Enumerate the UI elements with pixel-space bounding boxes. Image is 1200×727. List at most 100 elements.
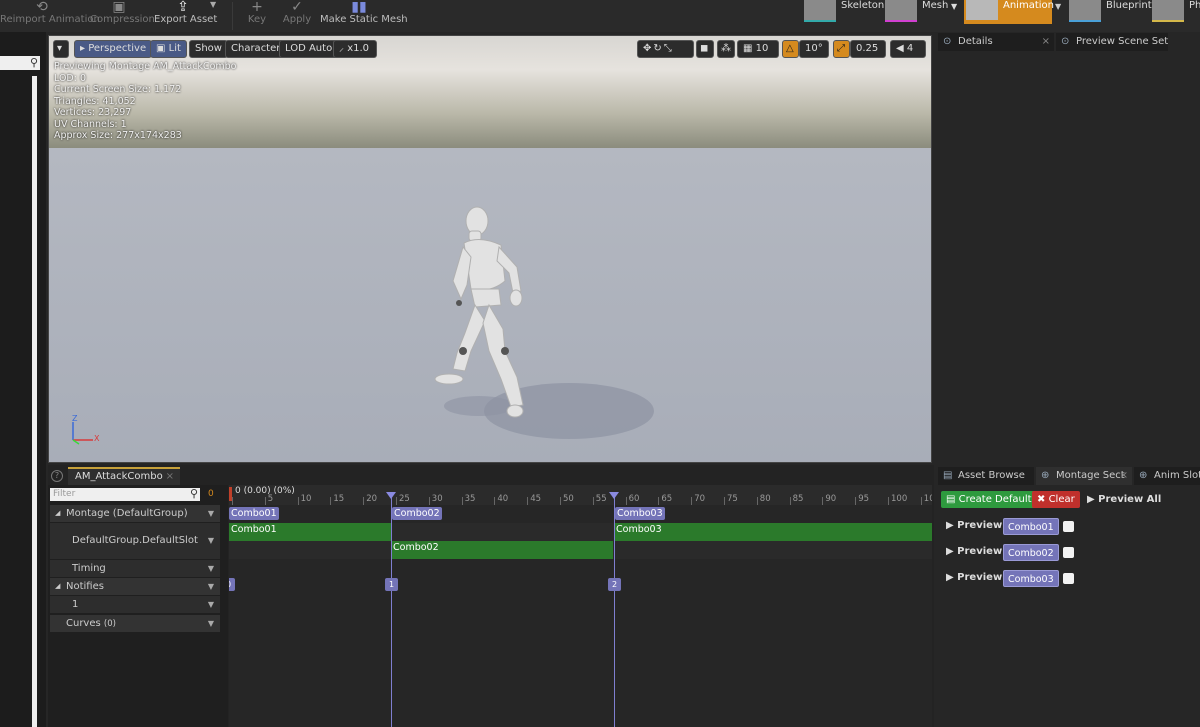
section-marker-icon[interactable] [609,492,619,499]
static-mesh-icon: ▮▮ [351,0,367,15]
track-notify-1[interactable]: 1 ▼ [50,596,220,613]
chevron-down-icon[interactable]: ▼ [208,560,214,577]
chevron-down-icon[interactable]: ▼ [208,505,214,522]
playback-speed-button[interactable]: ⸝ x1.0 [333,40,377,58]
clear-x-icon: ✖ [1037,494,1049,505]
timing-marker-1[interactable]: 1 [385,578,398,591]
lod-button[interactable]: LOD Auto [279,40,339,58]
section-name-combo03[interactable]: Combo03 [1003,570,1059,587]
track-montage[interactable]: ◢ Montage (DefaultGroup) ▼ [50,505,220,522]
transform-mode-group[interactable]: ✥↻⤡ [637,40,694,58]
slot-segment-combo01[interactable]: Combo01 [229,523,391,541]
preview-button[interactable]: ▶ Preview [946,520,1002,531]
mode-physics[interactable]: Ph [1152,0,1200,24]
reimport-animation-button[interactable]: ⟲ Reimport Animation [0,0,100,32]
chevron-down-icon[interactable]: ▼ [208,578,214,595]
timing-marker-2[interactable]: 2 [608,578,621,591]
viewport-menu-button[interactable]: ▾ [53,40,69,58]
ruler-tick-label: 25 [399,494,410,504]
preview-all-button[interactable]: ▶ Preview All [1082,491,1166,508]
left-scrollbar[interactable] [32,76,37,727]
tab-asset-browser[interactable]: ▤ Asset Browse [938,467,1034,485]
expand-triangle-icon[interactable]: ◢ [55,578,60,595]
export-asset-button[interactable]: ⇪ Export Asset [154,0,217,32]
create-default-button[interactable]: ▤ Create Default [941,491,1037,508]
filter-input[interactable]: Filter ⚲ [50,487,200,501]
grid-snap-button[interactable]: ▦ 10 [737,40,779,58]
section-combo02[interactable]: Combo02 [392,507,442,520]
grid-icon: ▦ [743,43,756,54]
section-combo03[interactable]: Combo03 [615,507,665,520]
section-marker-icon[interactable] [386,492,396,499]
world-local-toggle[interactable]: ◼ [696,40,714,58]
left-search-input[interactable]: ⚲ [0,56,40,70]
tab-anim-slot-manager[interactable]: ⊕ Anim Slot M [1134,467,1200,485]
ruler-tick [396,497,397,505]
ruler-tick-label: 35 [464,494,476,504]
make-static-mesh-button[interactable]: ▮▮ Make Static Mesh [320,0,408,32]
tab-montage-asset[interactable]: AM_AttackCombo × [68,467,180,485]
scale-snap-value[interactable]: 0.25 [850,40,886,58]
chevron-down-icon[interactable]: ▼ [208,596,214,613]
section-name-combo01[interactable]: Combo01 [1003,518,1059,535]
close-icon[interactable]: × [1042,33,1050,51]
timing-marker-0[interactable]: 0 [229,578,235,591]
main-toolbar: ⟲ Reimport Animation ▣ Compression ⇪ Exp… [0,0,1200,32]
ruler-tick-label: 45 [530,494,542,504]
animation-dropdown-icon[interactable]: ▼ [1055,2,1061,11]
apply-button[interactable]: ✓ Apply [280,0,314,32]
section-name-combo02[interactable]: Combo02 [1003,544,1059,561]
speed-icon: ⸝ [339,43,348,54]
loop-checkbox[interactable] [1063,573,1074,584]
viewport-stats: Previewing Montage AM_AttackCombo LOD: 0… [54,61,237,141]
rotation-snap-toggle[interactable]: △ [782,40,799,58]
slot-segment-combo02[interactable]: Combo02 [391,541,613,559]
character-button[interactable]: Character [225,40,287,58]
tab-montage-sections[interactable]: ⊕ Montage Sect × [1036,467,1132,485]
clear-button[interactable]: ✖ Clear [1032,491,1080,508]
chevron-down-icon[interactable]: ▼ [208,523,214,559]
preview-viewport[interactable]: ▾ ▸ Perspective ▣ Lit Show Character LOD… [48,35,932,463]
scale-snap-toggle[interactable]: ⤢ [833,40,850,58]
track-curves[interactable]: Curves (0) ▼ [50,615,220,632]
surface-snap-toggle[interactable]: ⁂ [717,40,735,58]
track-notifies[interactable]: ◢ Notifies ▼ [50,578,220,595]
left-panel [0,32,46,727]
ruler-tick-label: 10 [923,494,932,504]
track-timing[interactable]: Timing ▼ [50,560,220,577]
chevron-down-icon[interactable]: ▼ [208,615,214,632]
details-panel: ⊙ Details × ⊙ Preview Scene Sett [936,33,1200,465]
loop-checkbox[interactable] [1063,547,1074,558]
mode-animation[interactable]: Animation [964,0,1054,24]
preview-button[interactable]: ▶ Preview [946,572,1002,583]
slot-segment-combo03[interactable]: Combo03 [614,523,932,541]
camera-speed-button[interactable]: ◀ 4 [890,40,926,58]
timeline-area[interactable]: 5 10 15 20 25 30 35 40 45 50 55 60 65 70 75 80 85 90 95 100… [229,485,932,727]
mesh-dropdown-icon[interactable]: ▼ [951,2,957,11]
ruler-tick [658,497,660,505]
playhead[interactable] [229,487,232,501]
close-icon[interactable]: × [1120,467,1128,485]
tab-details[interactable]: ⊙ Details × [938,33,1054,51]
tab-preview-scene-settings[interactable]: ⊙ Preview Scene Sett [1056,33,1168,51]
mode-skeleton[interactable]: Skeleton [804,0,884,24]
mode-blueprint[interactable]: Blueprint [1069,0,1152,24]
export-dropdown-icon[interactable]: ▼ [210,0,216,9]
rotation-snap-value[interactable]: 10° [799,40,829,58]
expand-triangle-icon[interactable]: ◢ [55,505,60,522]
lit-button[interactable]: ▣ Lit [150,40,187,58]
ruler-tick [888,497,889,505]
track-slot[interactable]: DefaultGroup.DefaultSlot ▼ [50,523,220,559]
time-ruler[interactable]: 5 10 15 20 25 30 35 40 45 50 55 60 65 70 75 80 85 90 95 100… [229,485,932,505]
loop-checkbox[interactable] [1063,521,1074,532]
key-button[interactable]: + Key [242,0,272,32]
help-icon[interactable]: ? [51,470,63,482]
details-icon: ⊙ [943,36,952,47]
show-button[interactable]: Show [189,40,228,58]
perspective-button[interactable]: ▸ Perspective [74,40,153,58]
compression-button[interactable]: ▣ Compression [90,0,155,32]
mode-mesh[interactable]: Mesh ▼ [885,0,963,24]
preview-button[interactable]: ▶ Preview [946,546,1002,557]
section-combo01[interactable]: Combo01 [229,507,279,520]
close-icon[interactable]: × [166,469,174,485]
